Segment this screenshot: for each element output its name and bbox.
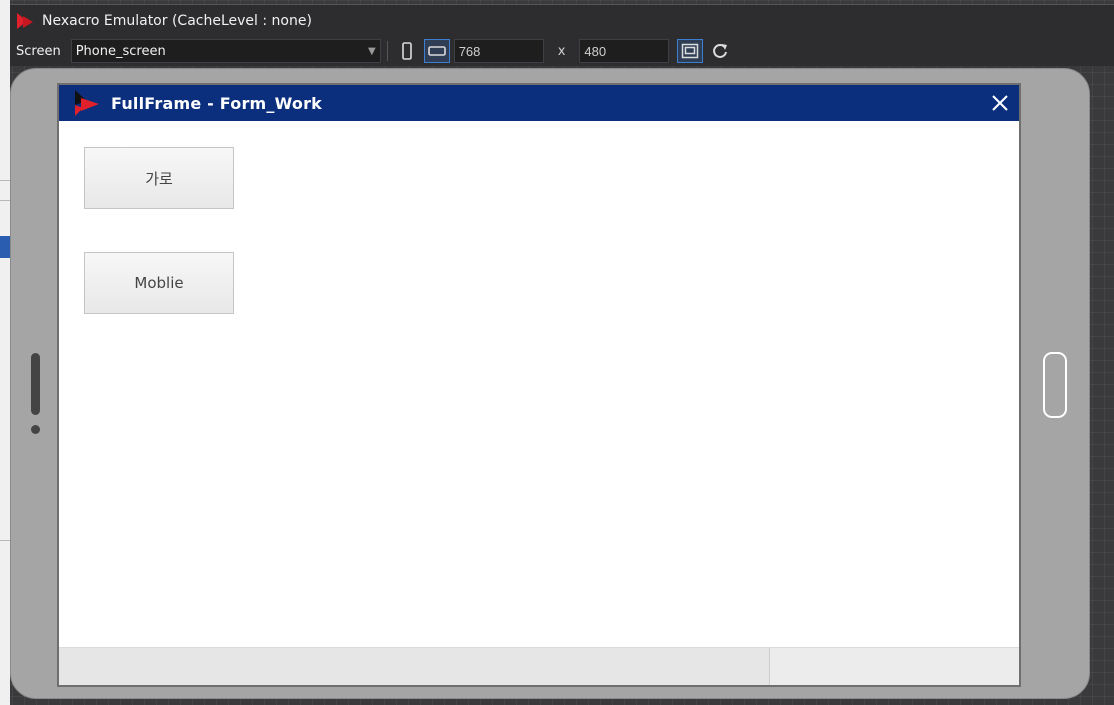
portrait-icon [401, 42, 412, 60]
emulator-titlebar: Nexacro Emulator (CacheLevel : none) [10, 4, 1114, 36]
chevron-down-icon: ▼ [368, 45, 376, 57]
screen-label: Screen [16, 43, 61, 59]
fit-screen-icon [682, 43, 699, 59]
landscape-icon [427, 46, 446, 56]
refresh-button[interactable] [707, 39, 733, 63]
fit-screen-button[interactable] [677, 39, 704, 63]
portrait-button[interactable] [394, 39, 420, 63]
nexacro-logo-icon [17, 12, 33, 29]
ide-divider [0, 180, 10, 181]
screen-select-value: Phone_screen [75, 43, 166, 59]
mobile-form-button[interactable]: Moblie [84, 252, 234, 314]
ide-divider [0, 200, 10, 201]
landscape-button[interactable] [423, 39, 450, 63]
emulator-title: Nexacro Emulator (CacheLevel : none) [42, 12, 312, 29]
frame-status-bar [59, 647, 1019, 685]
status-bar-cell [769, 648, 1019, 685]
device-home-button[interactable] [1043, 352, 1067, 418]
tablet-device: FullFrame - Form_Work 가로 Moblie [10, 68, 1090, 699]
toolbar-separator [386, 41, 388, 61]
nexacro-logo-icon [75, 90, 99, 116]
refresh-icon [713, 43, 728, 58]
frame-titlebar: FullFrame - Form_Work [59, 85, 1019, 121]
frame-title: FullFrame - Form_Work [111, 93, 323, 113]
device-side-button [31, 353, 40, 415]
width-input[interactable] [453, 39, 544, 63]
device-screen: FullFrame - Form_Work 가로 Moblie [57, 83, 1021, 687]
close-icon[interactable] [991, 94, 1009, 112]
ide-background-strip [0, 0, 10, 705]
ide-divider [0, 540, 10, 541]
emulator-app: Nexacro Emulator (CacheLevel : none) Scr… [0, 0, 1114, 705]
emulator-toolbar: Screen Phone_screen ▼ x [10, 36, 1114, 66]
device-side-dot [31, 425, 40, 434]
dimension-separator: x [557, 43, 566, 59]
ide-selected-row [0, 236, 10, 258]
height-input[interactable] [579, 39, 670, 63]
screen-select[interactable]: Phone_screen ▼ [70, 39, 381, 63]
landscape-form-button[interactable]: 가로 [84, 147, 234, 209]
